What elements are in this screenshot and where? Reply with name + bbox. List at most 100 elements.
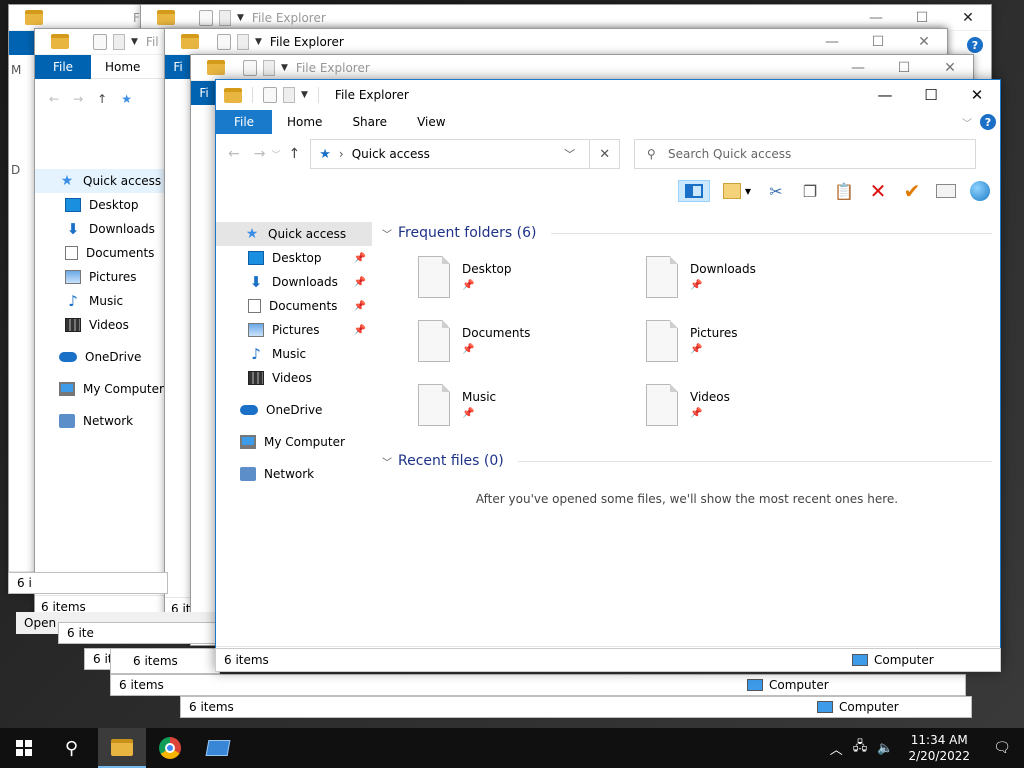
background-file-tab[interactable]: Fi <box>191 80 217 105</box>
background-window-controls: —☐✕ <box>851 60 956 76</box>
preview-pane-icon[interactable] <box>678 180 710 202</box>
help-icon[interactable]: ? <box>980 114 996 130</box>
taskbar-file-explorer[interactable] <box>98 728 146 768</box>
cut-icon[interactable]: ✂ <box>764 180 788 202</box>
folder-tile-videos[interactable]: Videos 📌 <box>646 384 874 428</box>
downloads-arrow-icon: ⬇ <box>249 273 263 291</box>
address-bar[interactable]: ★ › Quick access ﹀ ✕ <box>310 139 621 169</box>
tab-view[interactable]: View <box>402 115 460 129</box>
folder-tile-desktop[interactable]: Desktop 📌 <box>418 256 646 300</box>
close-button[interactable]: ✕ <box>954 80 1000 110</box>
quick-access-star-icon: ★ <box>245 226 259 242</box>
folder-tile-music[interactable]: Music 📌 <box>418 384 646 428</box>
pin-icon: 📌 <box>353 252 366 264</box>
clock[interactable]: 11:34 AM 2/20/2022 <box>898 732 980 764</box>
nav-item-videos[interactable]: Videos <box>216 366 372 390</box>
forward-button[interactable]: → <box>254 146 266 162</box>
quick-access-toolbar: ▼ <box>216 87 323 103</box>
customize-toolbar-chevron-icon[interactable]: ▼ <box>301 90 308 100</box>
folder-icon <box>224 87 242 103</box>
show-hidden-icons-chevron-icon[interactable]: ︿ <box>825 739 848 758</box>
title-bar[interactable]: ▼ File Explorer — ☐ ✕ <box>216 80 1000 110</box>
delete-icon[interactable]: ✕ <box>866 179 890 203</box>
folder-name: Desktop <box>462 262 512 276</box>
frequent-folders-grid: Desktop 📌 Downloads 📌 Documents 📌 Pictures 📌… <box>382 244 992 428</box>
taskbar-app[interactable] <box>194 728 242 768</box>
folder-icon <box>25 10 43 25</box>
nav-item-music[interactable]: ♪ Music <box>216 342 372 366</box>
nav-item-quick-access[interactable]: ★ Quick access <box>216 222 372 246</box>
divider <box>317 87 319 103</box>
help-icon[interactable]: ? <box>967 37 983 53</box>
start-button[interactable] <box>0 728 48 768</box>
folder-tile-pictures[interactable]: Pictures 📌 <box>646 320 874 364</box>
pictures-icon <box>248 323 264 337</box>
view-options-icon[interactable]: ▼ <box>720 180 754 202</box>
back-button[interactable]: ← <box>228 146 240 162</box>
taskbar-chrome[interactable] <box>146 728 194 768</box>
properties-icon <box>243 59 257 76</box>
search-button[interactable]: ⚲ <box>48 728 96 768</box>
pin-icon: 📌 <box>690 408 703 419</box>
nav-item-pictures[interactable]: Pictures 📌 <box>216 318 372 342</box>
tab-home[interactable]: Home <box>272 115 337 129</box>
pin-icon: 📌 <box>462 344 475 355</box>
collapse-chevron-icon[interactable]: ﹀ <box>382 454 392 469</box>
background-title: File Explorer <box>269 34 344 49</box>
clock-time: 11:34 AM <box>910 733 968 747</box>
new-folder-icon[interactable] <box>283 87 295 103</box>
background-file-tab[interactable]: File <box>35 54 91 79</box>
folder-tile-downloads[interactable]: Downloads 📌 <box>646 256 874 300</box>
nav-item-my-computer[interactable]: My Computer <box>216 430 372 454</box>
background-title: File Explorer <box>251 10 326 25</box>
network-globe-icon[interactable] <box>968 180 992 202</box>
properties-card-icon[interactable] <box>934 180 958 202</box>
background-file-tab[interactable]: Fi <box>165 54 191 79</box>
notifications-icon[interactable]: 🗨 <box>980 740 1024 756</box>
new-folder-icon <box>263 59 275 76</box>
background-letter: D <box>11 163 21 177</box>
address-dropdown-chevron-icon[interactable]: ﹀ <box>564 146 575 162</box>
tab-file[interactable]: File <box>216 110 272 134</box>
maximize-button[interactable]: ☐ <box>908 80 954 110</box>
nav-item-documents[interactable]: Documents 📌 <box>216 294 372 318</box>
ribbon-tabs: File Home Share View ﹀ ? <box>216 110 1000 134</box>
breadcrumb-location[interactable]: Quick access <box>352 147 430 161</box>
nav-label: OneDrive <box>266 403 323 417</box>
up-button[interactable]: ↑ <box>288 146 300 162</box>
paste-icon[interactable]: 📋 <box>832 180 856 202</box>
folder-icon <box>207 60 225 75</box>
background-home-tab[interactable]: Home <box>91 60 154 74</box>
recent-files-header[interactable]: ﹀ Recent files (0) <box>382 450 992 472</box>
properties-icon[interactable] <box>263 87 277 103</box>
nav-item-network[interactable]: Network <box>216 462 372 486</box>
nav-item-onedrive[interactable]: OneDrive <box>216 398 372 422</box>
recent-locations-chevron-icon[interactable]: ﹀ <box>271 148 280 161</box>
tab-share[interactable]: Share <box>337 115 402 129</box>
pin-icon: 📌 <box>462 408 475 419</box>
network-status-icon[interactable]: 🖧 <box>848 737 873 759</box>
onedrive-cloud-icon <box>240 405 258 415</box>
nav-label: Pictures <box>272 323 320 337</box>
volume-icon[interactable]: 🔈 <box>872 741 898 756</box>
frequent-folders-header[interactable]: ﹀ Frequent folders (6) <box>382 222 992 244</box>
folder-thumbnail-icon <box>646 256 678 298</box>
nav-label: Quick access <box>268 227 347 241</box>
nav-item-desktop[interactable]: Desktop 📌 <box>216 246 372 270</box>
properties-icon <box>93 33 107 50</box>
folder-tile-documents[interactable]: Documents 📌 <box>418 320 646 364</box>
rename-check-icon[interactable]: ✔ <box>900 179 924 203</box>
nav-label: Documents <box>269 299 338 313</box>
copy-icon[interactable]: ❐ <box>798 180 822 202</box>
file-explorer-window[interactable]: ▼ File Explorer — ☐ ✕ File Home Share Vi… <box>215 79 1001 671</box>
pin-icon: 📌 <box>353 324 366 336</box>
collapse-chevron-icon[interactable]: ﹀ <box>382 226 392 241</box>
item-count: 6 items <box>224 653 269 667</box>
window-controls: — ☐ ✕ <box>862 80 1000 110</box>
search-input[interactable]: ⚲ Search Quick access <box>634 139 977 169</box>
nav-item-downloads[interactable]: ⬇ Downloads 📌 <box>216 270 372 294</box>
clear-address-button[interactable]: ✕ <box>589 140 619 168</box>
expand-ribbon-chevron-icon[interactable]: ﹀ <box>962 115 972 130</box>
minimize-button[interactable]: — <box>862 80 908 110</box>
search-placeholder: Search Quick access <box>668 147 792 161</box>
